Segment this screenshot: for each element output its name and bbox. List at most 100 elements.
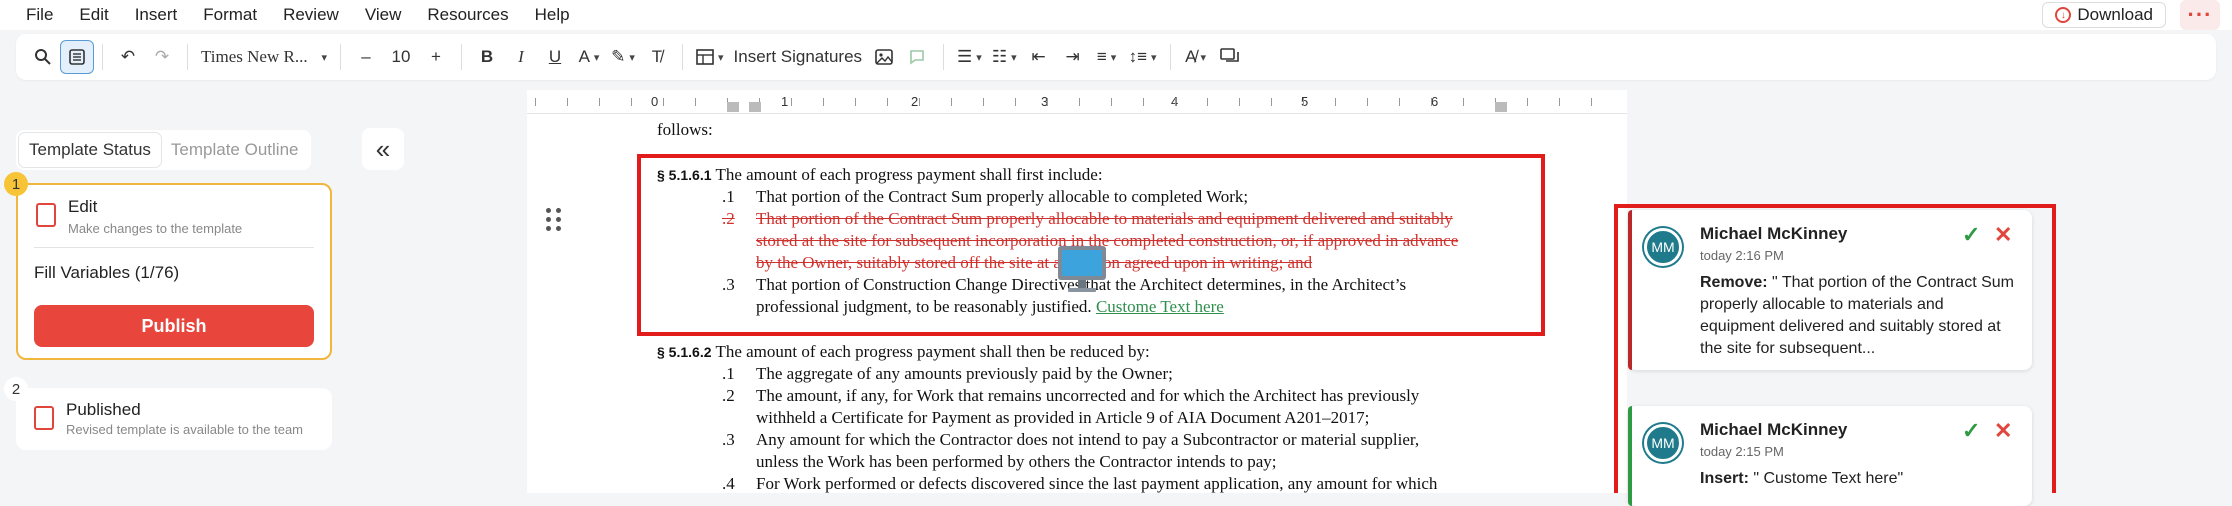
comments-panel-button[interactable] bbox=[1213, 40, 1247, 74]
accept-check-icon[interactable]: ✓ bbox=[1962, 222, 1980, 248]
menu-resources[interactable]: Resources bbox=[414, 5, 521, 25]
ruler-tick bbox=[887, 98, 888, 106]
bold-button[interactable]: B bbox=[470, 40, 504, 74]
underline-button[interactable]: U bbox=[538, 40, 572, 74]
decrease-indent-button[interactable]: ⇤ bbox=[1022, 40, 1056, 74]
ruler-tick bbox=[855, 98, 856, 106]
highlighter-icon: ✎ bbox=[611, 47, 626, 66]
ruler-tick bbox=[1527, 98, 1528, 106]
insert-table-button[interactable]: ▾ bbox=[691, 40, 729, 74]
step-title: Edit bbox=[68, 197, 98, 216]
menu-file[interactable]: File bbox=[0, 5, 66, 25]
reject-close-icon[interactable]: ✕ bbox=[1994, 222, 2012, 248]
ruler-tick bbox=[695, 98, 696, 106]
italic-button[interactable]: I bbox=[504, 40, 538, 74]
comment-body: Insert: " Custome Text here" bbox=[1700, 468, 2020, 490]
toolbar-divider bbox=[187, 44, 188, 70]
deleted-text-line[interactable]: That portion of the Contract Sum properl… bbox=[756, 209, 1453, 229]
drag-dot bbox=[556, 217, 561, 222]
ruler-label: 0 bbox=[651, 94, 659, 109]
section-heading: § 5.1.6.2 The amount of each progress pa… bbox=[657, 342, 1150, 362]
ruler-label: 2 bbox=[911, 94, 919, 109]
accept-check-icon[interactable]: ✓ bbox=[1962, 418, 1980, 444]
chevron-down-icon: ▾ bbox=[1011, 51, 1017, 64]
download-icon: ↓ bbox=[2055, 7, 2072, 23]
insert-image-button[interactable] bbox=[867, 40, 901, 74]
list-item-number: .4 bbox=[722, 474, 735, 493]
document-edit-icon bbox=[36, 203, 56, 227]
menu-format[interactable]: Format bbox=[190, 5, 270, 25]
inserted-text[interactable]: Custome Text here bbox=[1096, 297, 1224, 316]
formatting-toolbar: ↶ ↷ Times New R... ▾ – 10 + B I U A ▾ ✎ … bbox=[16, 34, 2216, 80]
ruler-tick bbox=[599, 98, 600, 106]
ruler-tick bbox=[1463, 98, 1464, 106]
comment-action: Insert: bbox=[1700, 470, 1749, 487]
ruler-label: 1 bbox=[781, 94, 789, 109]
numbered-list-button[interactable]: ☷ ▾ bbox=[987, 40, 1022, 74]
publish-button[interactable]: Publish bbox=[34, 305, 314, 347]
undo-button[interactable]: ↶ bbox=[111, 40, 145, 74]
font-family-select[interactable]: Times New R... ▾ bbox=[196, 40, 332, 74]
fill-variables-link[interactable]: Fill Variables (1/76) bbox=[34, 263, 179, 283]
highlight-button[interactable]: ✎ ▾ bbox=[606, 40, 640, 74]
align-button[interactable]: ≡ ▾ bbox=[1090, 40, 1124, 74]
menu-help[interactable]: Help bbox=[522, 5, 583, 25]
suggestion-comment-insert[interactable]: MM Michael McKinney today 2:15 PM ✓ ✕ In… bbox=[1628, 406, 2032, 506]
tab-template-outline[interactable]: Template Outline bbox=[161, 133, 309, 167]
document-published-icon bbox=[34, 406, 54, 430]
drag-dot bbox=[546, 226, 551, 231]
ruler-tick bbox=[567, 98, 568, 106]
suggestion-comment-remove[interactable]: MM Michael McKinney today 2:16 PM ✓ ✕ Re… bbox=[1628, 210, 2032, 370]
drag-handle-icon[interactable] bbox=[546, 208, 562, 232]
ruler-tick bbox=[919, 98, 920, 106]
increase-indent-button[interactable]: ⇥ bbox=[1056, 40, 1090, 74]
ruler-tick bbox=[1239, 98, 1240, 106]
line-spacing-icon: ↕≡ bbox=[1128, 47, 1148, 66]
font-size-input[interactable]: 10 bbox=[383, 40, 419, 74]
font-size-decrease-button[interactable]: – bbox=[349, 40, 383, 74]
chevron-down-icon: ▾ bbox=[1200, 51, 1206, 64]
tab-template-status[interactable]: Template Status bbox=[19, 133, 161, 167]
sidebar-tabs: Template Status Template Outline bbox=[16, 130, 312, 170]
menu-insert[interactable]: Insert bbox=[122, 5, 191, 25]
horizontal-ruler[interactable]: 0123456 bbox=[527, 90, 1627, 114]
download-label: Download bbox=[2077, 5, 2153, 24]
menu-review[interactable]: Review bbox=[270, 5, 352, 25]
deleted-text-line[interactable]: by the Owner, suitably stored off the si… bbox=[756, 253, 1312, 273]
section-text: The amount of each progress payment shal… bbox=[715, 342, 1150, 361]
font-color-button[interactable]: A ▾ bbox=[572, 40, 606, 74]
ruler-tick bbox=[1591, 98, 1592, 106]
line-spacing-button[interactable]: ↕≡ ▾ bbox=[1124, 40, 1162, 74]
document-view-icon bbox=[69, 49, 85, 65]
left-indent-marker[interactable] bbox=[727, 102, 739, 112]
search-button[interactable] bbox=[26, 40, 60, 74]
add-comment-button[interactable] bbox=[901, 40, 935, 74]
drag-dot bbox=[556, 226, 561, 231]
right-indent-marker[interactable] bbox=[1495, 102, 1507, 112]
font-size-increase-button[interactable]: + bbox=[419, 40, 453, 74]
download-button[interactable]: ↓ Download bbox=[2042, 2, 2166, 28]
bulleted-list-icon: ☰ bbox=[957, 47, 973, 66]
avatar: MM bbox=[1644, 228, 1682, 266]
clear-formatting-button[interactable]: T̸ bbox=[640, 40, 674, 74]
spellcheck-button[interactable]: A̸ ▾ bbox=[1179, 40, 1213, 74]
menu-view[interactable]: View bbox=[352, 5, 415, 25]
document-view-button[interactable] bbox=[60, 40, 94, 74]
comment-timestamp: today 2:15 PM bbox=[1700, 444, 1784, 459]
insert-signatures-button[interactable]: Insert Signatures bbox=[729, 40, 868, 74]
step-subtitle: Make changes to the template bbox=[68, 221, 243, 236]
reject-close-icon[interactable]: ✕ bbox=[1994, 418, 2012, 444]
list-item-text: withheld a Certificate for Payment as pr… bbox=[756, 408, 1370, 427]
ruler-tick bbox=[1399, 98, 1400, 106]
ruler-tick bbox=[1367, 98, 1368, 106]
ruler-label: 6 bbox=[1431, 94, 1439, 109]
step-published-card: Published Revised template is available … bbox=[16, 388, 332, 450]
chevron-down-icon: ▾ bbox=[321, 51, 327, 64]
bulleted-list-button[interactable]: ☰ ▾ bbox=[952, 40, 987, 74]
menu-edit[interactable]: Edit bbox=[66, 5, 121, 25]
collapse-sidebar-button[interactable]: « bbox=[362, 128, 404, 170]
redo-button[interactable]: ↷ bbox=[145, 40, 179, 74]
first-line-indent-marker[interactable] bbox=[749, 102, 761, 112]
more-options-button[interactable]: ··· bbox=[2180, 0, 2220, 30]
ruler-tick bbox=[1303, 98, 1304, 106]
